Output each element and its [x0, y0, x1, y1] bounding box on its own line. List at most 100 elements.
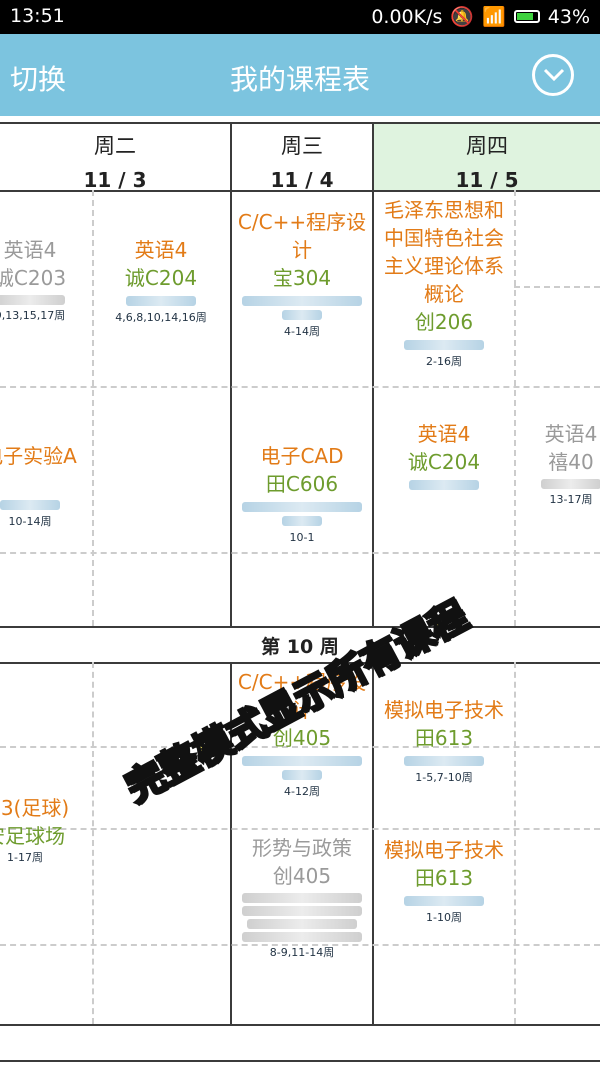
teacher-blur: [404, 756, 484, 766]
course-name: 模拟电子技术: [384, 838, 504, 862]
teacher-blur: [0, 500, 60, 510]
grid-line: [0, 190, 600, 192]
course-room: 田613: [414, 726, 474, 750]
course-room: 田C606: [265, 472, 339, 496]
course-weeks: 9,13,15,17周: [0, 309, 66, 322]
battery-percent: 43%: [547, 5, 590, 28]
teacher-blur: [242, 906, 362, 916]
day-header-thu: 周四 11 / 5: [374, 122, 600, 192]
course-room: 创206: [414, 310, 474, 334]
chevron-down-icon: [543, 68, 565, 82]
teacher-blur: [282, 770, 322, 780]
day-header-wed: 周三 11 / 4: [232, 122, 372, 192]
course-name: 模拟电子技术: [384, 698, 504, 722]
status-bar: 13:51 0.00K/s 🔕 📶 43%: [0, 0, 600, 34]
course-name: 育3(足球): [0, 796, 70, 820]
course-cell[interactable]: 电子CAD 田C606 10-1: [236, 442, 368, 546]
course-room: 创405: [272, 864, 332, 888]
course-room: 诚C204: [124, 266, 198, 290]
day-name: 周二: [94, 134, 136, 158]
timetable[interactable]: 周二 11 / 3 周三 11 / 4 周四 11 / 5 第 10 周 英语4…: [0, 116, 600, 1067]
day-date: 11 / 4: [270, 168, 334, 192]
teacher-blur: [541, 479, 600, 489]
course-cell[interactable]: 形势与政策 创405 8-9,11-14周: [236, 834, 368, 961]
grid-dash: [514, 190, 516, 626]
course-weeks: 1-17周: [7, 851, 43, 864]
day-date: 11 / 5: [455, 168, 519, 192]
grid-line: [230, 122, 232, 626]
teacher-blur: [282, 516, 322, 526]
teacher-blur: [404, 896, 484, 906]
teacher-blur: [242, 502, 362, 512]
course-cell[interactable]: 英语4 诚C204 4,6,8,10,14,16周: [100, 236, 222, 326]
course-weeks: 4-14周: [284, 325, 320, 338]
day-name: 周三: [281, 134, 323, 158]
course-name: 英语4: [544, 422, 598, 446]
teacher-blur: [126, 296, 196, 306]
course-weeks: 2-16周: [426, 355, 462, 368]
grid-line: [0, 122, 600, 124]
grid-dash: [92, 190, 94, 626]
course-cell[interactable]: 电子实验A 10-14周: [0, 442, 90, 530]
course-weeks: 4-12周: [284, 785, 320, 798]
course-weeks: 10-14周: [8, 515, 52, 528]
teacher-blur: [0, 295, 65, 305]
mute-icon: 🔕: [450, 6, 475, 28]
page-title: 我的课程表: [229, 63, 370, 96]
course-room: 田613: [414, 866, 474, 890]
course-name: 英语4: [3, 238, 57, 262]
course-name: C/C++程序设计: [237, 210, 367, 262]
course-cell[interactable]: 英语4 诚C203 9,13,15,17周: [0, 236, 90, 324]
course-name: 毛泽东思想和中国特色社会主义理论体系概论: [384, 198, 504, 306]
grid-line: [0, 626, 600, 628]
course-name: 电子CAD: [260, 444, 344, 468]
course-weeks: 13-17周: [549, 493, 593, 506]
grid-dash: [514, 662, 516, 1024]
grid-dash: [0, 386, 600, 388]
course-cell[interactable]: 英语4 诚C204: [376, 420, 512, 494]
course-weeks: 8-9,11-14周: [269, 946, 335, 959]
course-weeks: 1-10周: [426, 911, 462, 924]
grid-dash: [92, 662, 94, 1024]
course-cell[interactable]: 英语4 禧40 13-17周: [516, 420, 600, 508]
teacher-blur: [242, 893, 362, 903]
day-header-tue: 周二 11 / 3: [0, 122, 230, 192]
battery-icon: [513, 10, 540, 23]
course-cell[interactable]: 毛泽东思想和中国特色社会主义理论体系概论 创206 2-16周: [376, 196, 512, 370]
grid-dash: [514, 286, 600, 288]
teacher-blur: [247, 919, 357, 929]
course-room: 宝304: [272, 266, 332, 290]
course-cell[interactable]: 模拟电子技术 田613 1-5,7-10周: [376, 696, 512, 786]
course-name: 电子实验A: [0, 444, 77, 468]
course-name: 英语4: [417, 422, 471, 446]
network-speed: 0.00K/s: [371, 5, 443, 28]
week-separator: 第 10 周: [261, 636, 339, 658]
status-time: 13:51: [10, 5, 65, 27]
status-indicators: 0.00K/s 🔕 📶 43%: [371, 5, 590, 29]
day-name: 周四: [466, 134, 508, 158]
app-header: 切换 我的课程表: [0, 34, 600, 116]
course-cell[interactable]: 模拟电子技术 田613 1-10周: [376, 836, 512, 926]
course-room: 诚C203: [0, 266, 67, 290]
grid-dash: [0, 552, 600, 554]
course-room: 诚C204: [407, 450, 481, 474]
teacher-blur: [242, 932, 362, 942]
teacher-blur: [242, 756, 362, 766]
grid-line: [372, 122, 374, 626]
course-name: 英语4: [134, 238, 188, 262]
dropdown-button[interactable]: [532, 54, 574, 96]
course-room: 禧40: [548, 450, 594, 474]
grid-line: [0, 1060, 600, 1062]
course-room: 安足球场: [0, 824, 65, 848]
course-cell[interactable]: 育3(足球) 安足球场 1-17周: [0, 794, 90, 866]
day-date: 11 / 3: [83, 168, 147, 192]
course-weeks: 10-1: [289, 531, 315, 544]
wifi-icon: 📶: [482, 6, 506, 28]
grid-line: [0, 1024, 600, 1026]
course-name: 形势与政策: [252, 836, 352, 860]
course-cell[interactable]: C/C++程序设计 宝304 4-14周: [236, 208, 368, 340]
course-weeks: 4,6,8,10,14,16周: [115, 311, 207, 324]
teacher-blur: [282, 310, 322, 320]
teacher-blur: [242, 296, 362, 306]
grid-line: [372, 662, 374, 1024]
